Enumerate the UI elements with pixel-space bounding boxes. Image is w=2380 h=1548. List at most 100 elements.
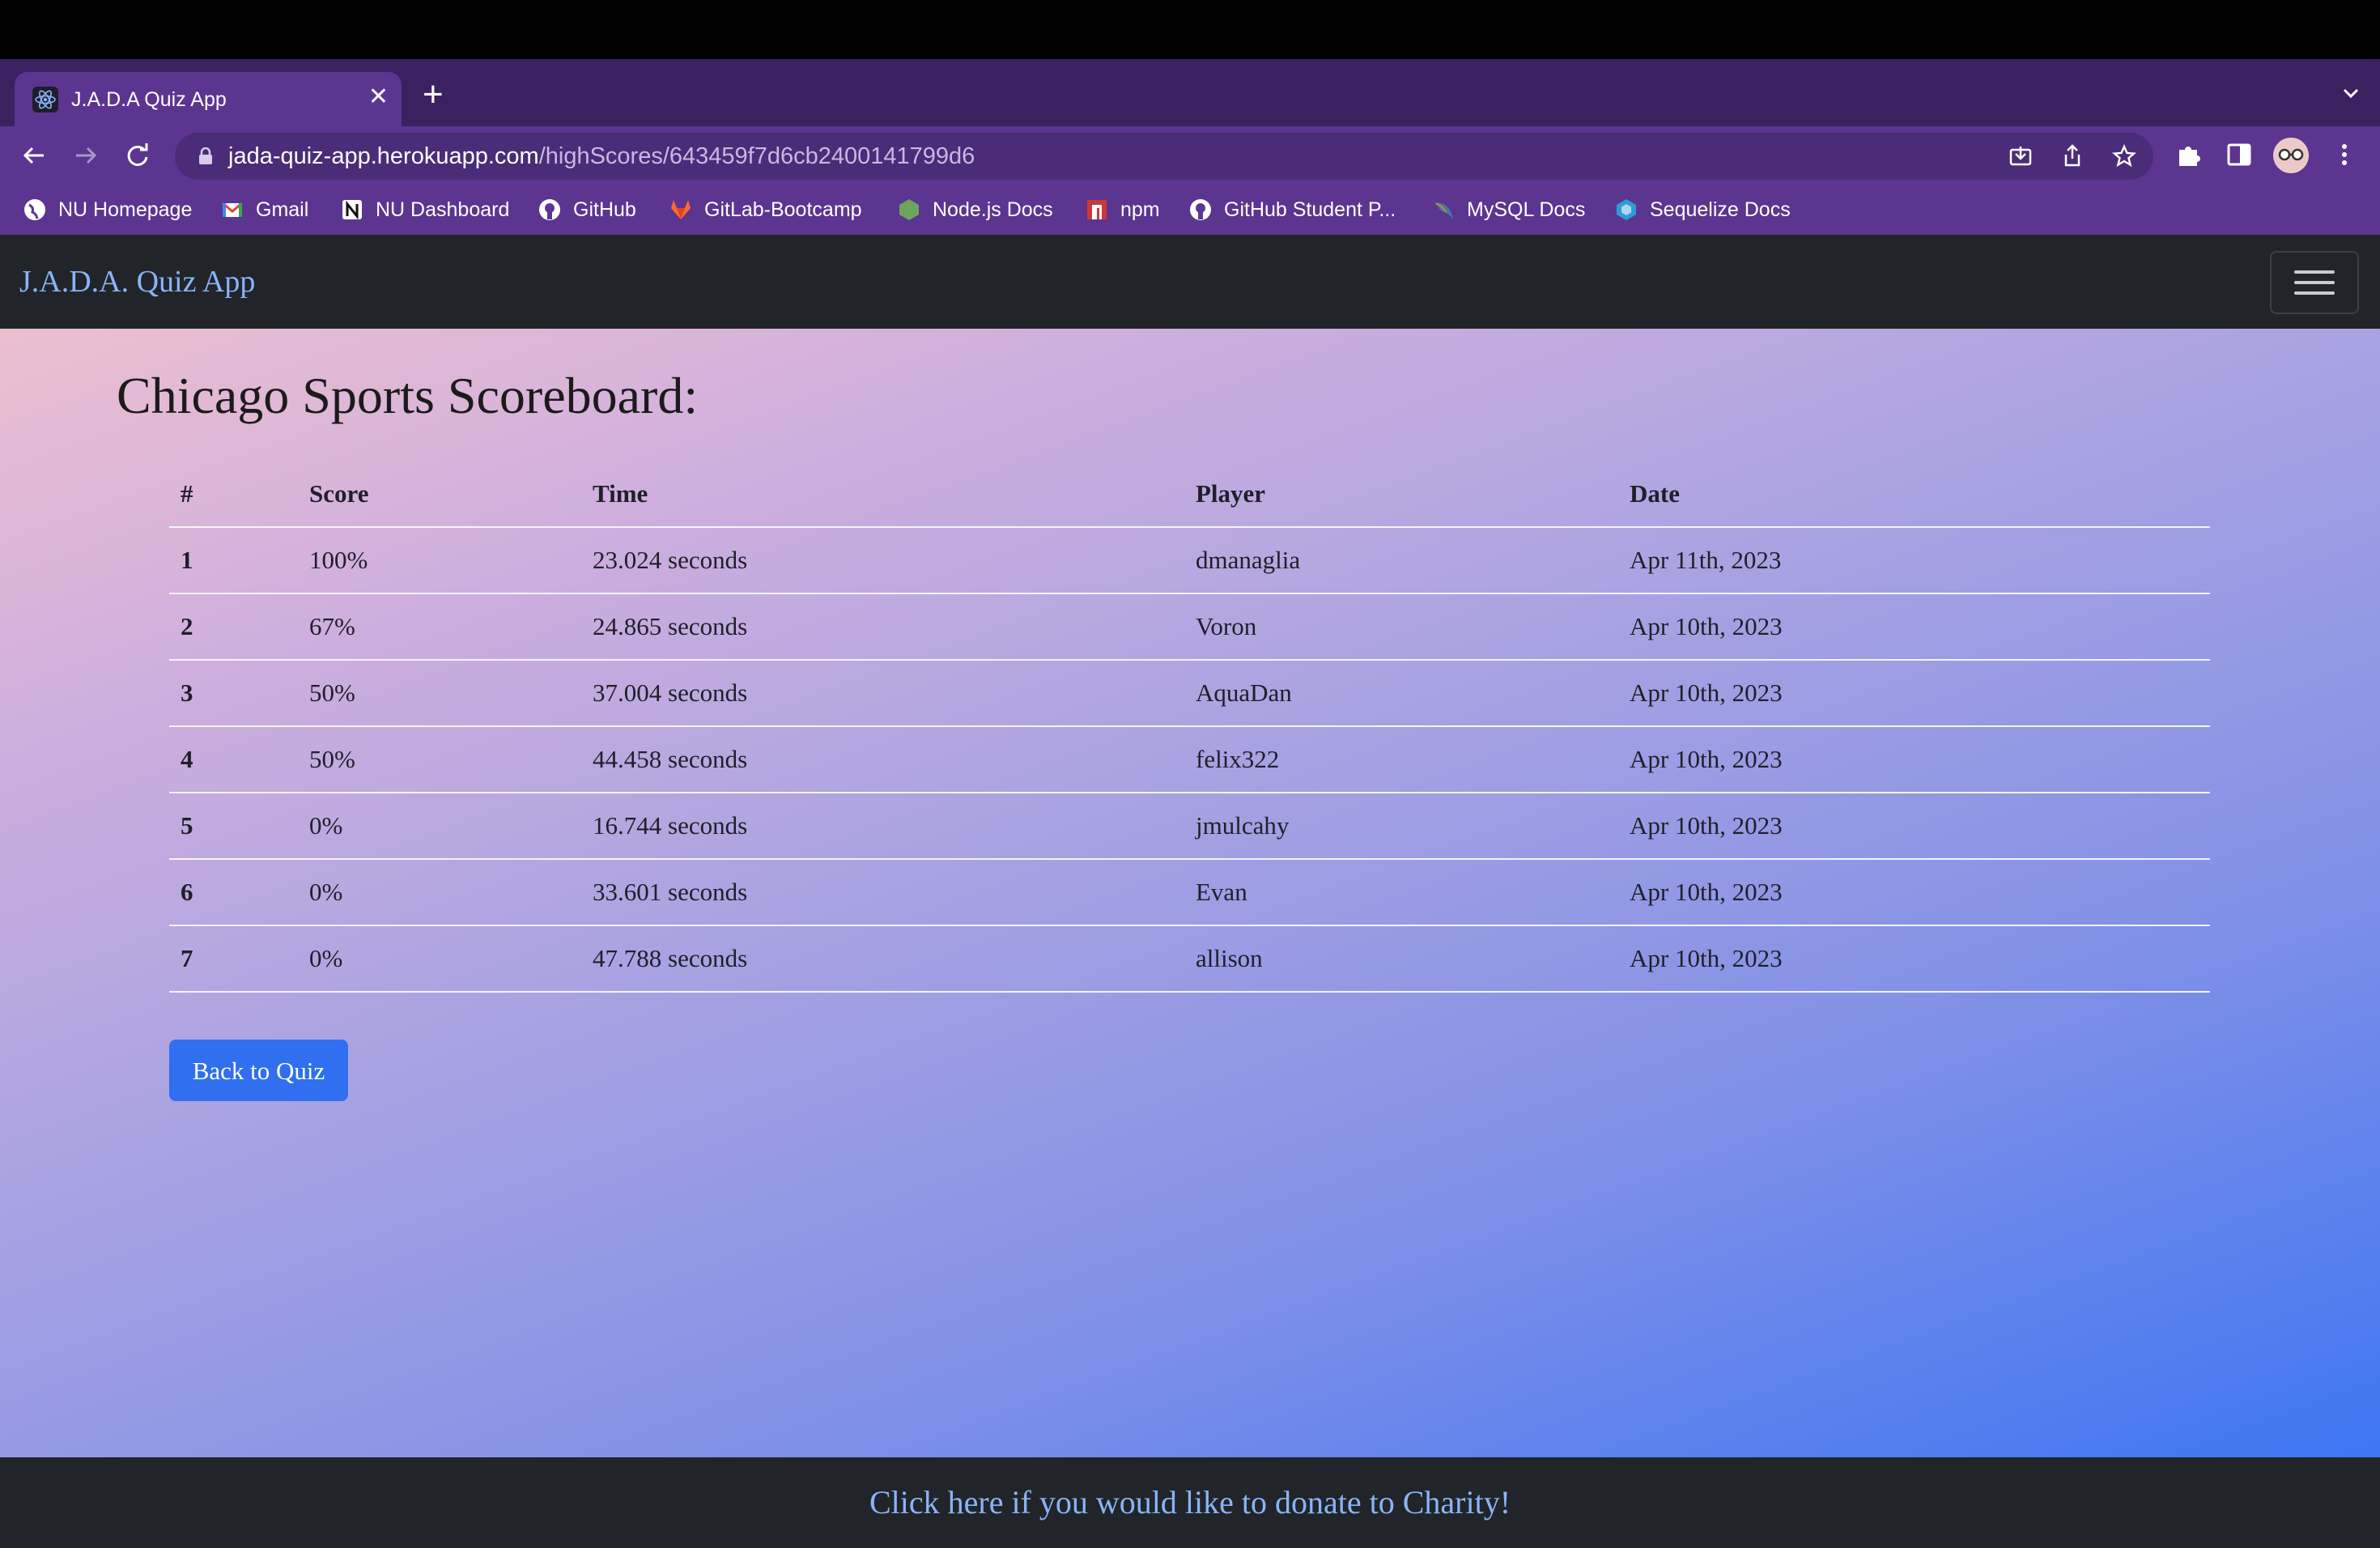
cell-date: Apr 10th, 2023 — [1618, 925, 2210, 993]
back-to-quiz-button[interactable]: Back to Quiz — [169, 1040, 348, 1101]
navbar-brand[interactable]: J.A.D.A. Quiz App — [19, 264, 255, 300]
table-row: 2 67% 24.865 seconds Voron Apr 10th, 202… — [169, 593, 2210, 661]
new-tab-button[interactable]: + — [423, 77, 444, 113]
cell-player: AquaDan — [1184, 660, 1618, 727]
app-navbar: J.A.D.A. Quiz App — [0, 235, 2380, 329]
cell-date: Apr 11th, 2023 — [1618, 527, 2210, 594]
header-rank: # — [169, 461, 298, 528]
bookmark-gitlab-bootcamp[interactable]: GitLab-Bootcamp — [669, 196, 862, 223]
browser-tab-strip: J.A.D.A Quiz App ✕ + — [0, 59, 2380, 126]
cell-time: 33.601 seconds — [581, 859, 1184, 926]
browser-tab[interactable]: J.A.D.A Quiz App ✕ — [15, 72, 402, 126]
header-time: Time — [581, 461, 1184, 528]
table-header-row: # Score Time Player Date — [169, 461, 2210, 528]
bookmark-nu-homepage[interactable]: NU Homepage — [23, 196, 192, 223]
table-row: 7 0% 47.788 seconds allison Apr 10th, 20… — [169, 925, 2210, 993]
table-row: 4 50% 44.458 seconds felix322 Apr 10th, … — [169, 726, 2210, 793]
bookmark-mysql-docs[interactable]: MySQL Docs — [1431, 196, 1585, 223]
gitlab-icon — [671, 200, 691, 219]
bookmarks-bar: NU Homepage Gmail NU Dashboard GitHub Gi… — [0, 185, 2380, 235]
header-player: Player — [1184, 461, 1618, 528]
table-row: 3 50% 37.004 seconds AquaDan Apr 10th, 2… — [169, 660, 2210, 727]
url-domain: jada-quiz-app.herokuapp.com — [228, 143, 539, 169]
github-icon — [539, 199, 560, 220]
chevron-down-icon[interactable] — [2340, 82, 2362, 104]
cell-date: Apr 10th, 2023 — [1618, 726, 2210, 793]
cell-rank: 7 — [169, 925, 298, 993]
page-title: Chicago Sports Scoreboard: — [117, 367, 699, 424]
install-app-icon[interactable] — [2008, 143, 2034, 169]
header-score: Score — [298, 461, 581, 528]
table-row: 5 0% 16.744 seconds jmulcahy Apr 10th, 2… — [169, 793, 2210, 860]
cell-player: felix322 — [1184, 726, 1618, 793]
tab-title: J.A.D.A Quiz App — [71, 88, 227, 111]
bookmark-npm[interactable]: npm — [1085, 196, 1160, 223]
bookmark-github[interactable]: GitHub — [538, 196, 636, 223]
cell-rank: 6 — [169, 859, 298, 926]
cell-rank: 5 — [169, 793, 298, 860]
npm-icon — [1087, 200, 1107, 219]
url-text[interactable]: jada-quiz-app.herokuapp.com/highScores/6… — [228, 143, 975, 169]
reload-icon[interactable] — [123, 141, 152, 170]
cell-score: 67% — [298, 593, 581, 661]
screen-top-bar — [0, 0, 2380, 59]
cell-date: Apr 10th, 2023 — [1618, 660, 2210, 727]
cell-rank: 2 — [169, 593, 298, 661]
share-icon[interactable] — [2059, 143, 2085, 169]
side-panel-icon[interactable] — [2225, 140, 2254, 169]
cell-player: jmulcahy — [1184, 793, 1618, 860]
profile-avatar[interactable] — [2273, 138, 2309, 173]
cell-player: Voron — [1184, 593, 1618, 661]
browser-toolbar: jada-quiz-app.herokuapp.com/highScores/6… — [0, 126, 2380, 185]
cell-score: 0% — [298, 925, 581, 993]
gmail-icon — [222, 202, 243, 217]
table-row: 6 0% 33.601 seconds Evan Apr 10th, 2023 — [169, 859, 2210, 926]
table-row: 1 100% 23.024 seconds dmanaglia Apr 11th… — [169, 527, 2210, 594]
back-arrow-icon[interactable] — [19, 141, 49, 170]
github-icon — [1190, 199, 1211, 220]
cell-rank: 3 — [169, 660, 298, 727]
mysql-icon — [1434, 202, 1453, 219]
sequelize-icon — [1617, 199, 1636, 220]
bookmark-nu-dashboard[interactable]: NU Dashboard — [340, 196, 509, 223]
cell-time: 16.744 seconds — [581, 793, 1184, 860]
bookmark-github-student[interactable]: GitHub Student P... — [1188, 196, 1396, 223]
cell-date: Apr 10th, 2023 — [1618, 859, 2210, 926]
cell-date: Apr 10th, 2023 — [1618, 593, 2210, 661]
bookmark-gmail[interactable]: Gmail — [220, 196, 308, 223]
page-footer: Click here if you would like to donate t… — [0, 1457, 2380, 1548]
hamburger-bar — [2294, 270, 2335, 274]
cell-player: dmanaglia — [1184, 527, 1618, 594]
avatar-glasses-icon — [2273, 138, 2309, 173]
forward-arrow-icon[interactable] — [71, 141, 100, 170]
cell-score: 50% — [298, 660, 581, 727]
cell-player: allison — [1184, 925, 1618, 993]
navbar-toggler-button[interactable] — [2270, 251, 2359, 314]
cell-score: 0% — [298, 793, 581, 860]
cell-time: 37.004 seconds — [581, 660, 1184, 727]
notion-icon — [342, 200, 362, 220]
hamburger-bar — [2294, 291, 2335, 295]
bookmark-sequelize-docs[interactable]: Sequelize Docs — [1614, 196, 1791, 223]
bookmark-nodejs-docs[interactable]: Node.js Docs — [897, 196, 1053, 223]
close-tab-icon[interactable]: ✕ — [368, 83, 389, 112]
cell-rank: 1 — [169, 527, 298, 594]
cell-time: 23.024 seconds — [581, 527, 1184, 594]
cell-time: 47.788 seconds — [581, 925, 1184, 993]
cell-time: 24.865 seconds — [581, 593, 1184, 661]
extensions-puzzle-icon[interactable] — [2174, 140, 2204, 169]
cell-score: 0% — [298, 859, 581, 926]
donate-charity-link[interactable]: Click here if you would like to donate t… — [0, 1483, 2380, 1522]
hamburger-bar — [2294, 281, 2335, 284]
react-icon — [32, 87, 58, 113]
browser-menu-icon[interactable] — [2330, 140, 2359, 169]
bookmark-star-icon[interactable] — [2111, 143, 2137, 169]
address-bar[interactable]: jada-quiz-app.herokuapp.com/highScores/6… — [175, 133, 2153, 180]
scoreboard-table: # Score Time Player Date 1 100% 23.024 s… — [169, 461, 2210, 993]
cell-score: 50% — [298, 726, 581, 793]
cell-score: 100% — [298, 527, 581, 594]
cell-rank: 4 — [169, 726, 298, 793]
lock-icon[interactable] — [198, 147, 214, 165]
header-date: Date — [1618, 461, 2210, 528]
url-path: /highScores/643459f7d6cb2400141799d6 — [538, 143, 975, 169]
